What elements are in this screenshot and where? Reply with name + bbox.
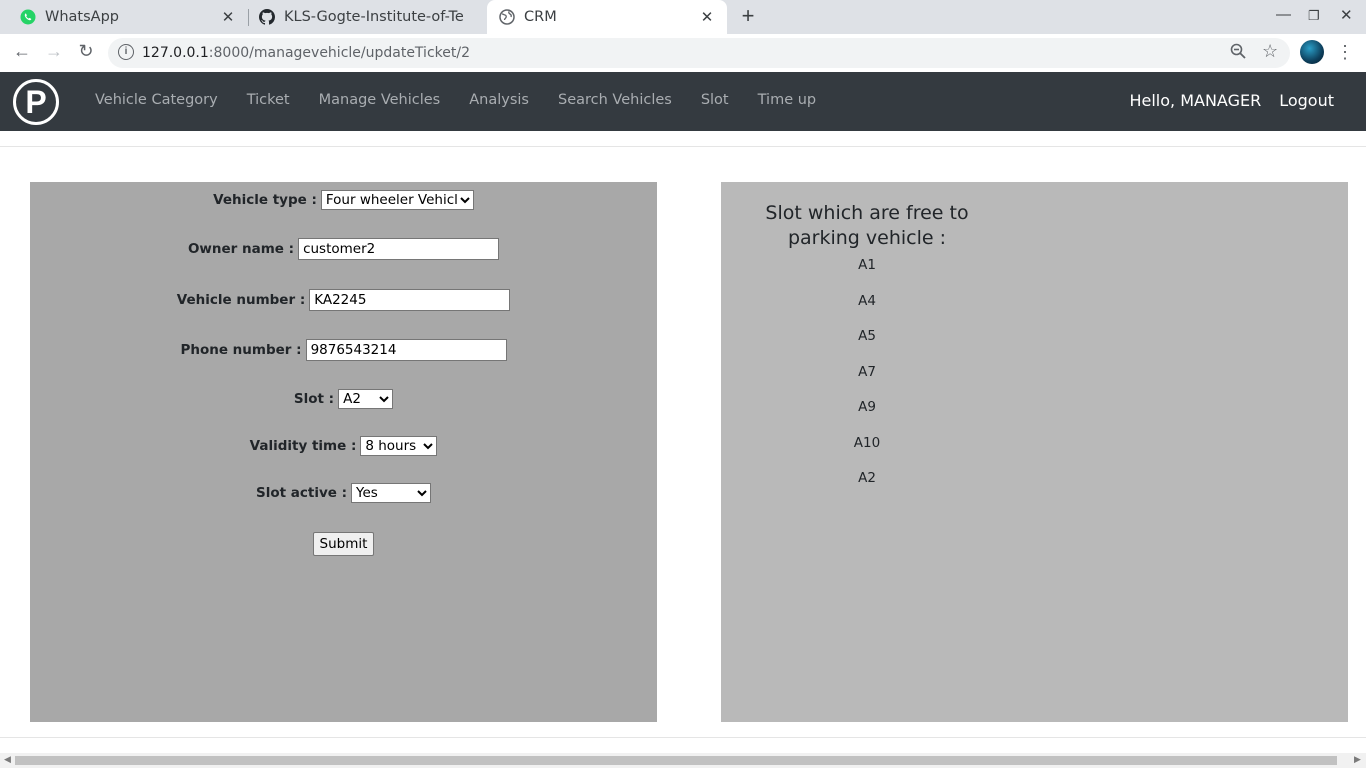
free-slots-heading: Slot which are free to parking vehicle : <box>765 202 969 249</box>
owner-name-row: Owner name : <box>30 238 657 260</box>
reload-icon[interactable]: ↻ <box>74 41 98 62</box>
submit-button[interactable]: Submit <box>312 532 375 556</box>
vehicle-type-select[interactable]: Four wheeler Vehicle <box>320 190 474 210</box>
vehicle-type-label: Vehicle type : <box>213 192 317 208</box>
submit-row: Submit <box>30 532 657 556</box>
bookmark-star-icon[interactable]: ☆ <box>1262 41 1278 62</box>
owner-name-input[interactable] <box>298 238 500 260</box>
update-ticket-form: Vehicle type : Four wheeler Vehicle Owne… <box>30 182 657 722</box>
user-greeting[interactable]: Hello, MANAGER <box>1129 91 1261 110</box>
profile-avatar[interactable] <box>1300 40 1324 64</box>
nav-manage-vehicles[interactable]: Manage Vehicles <box>319 92 441 108</box>
close-icon[interactable]: ✕ <box>218 8 238 26</box>
horizontal-scrollbar[interactable]: ◀ ▶ <box>0 753 1366 768</box>
divider <box>0 146 1366 147</box>
nav-links: Vehicle Category Ticket Manage Vehicles … <box>95 92 845 108</box>
list-item: A7 <box>858 363 876 380</box>
globe-icon <box>499 9 515 25</box>
tab-title: CRM <box>524 9 557 25</box>
slot-select[interactable]: A2 <box>338 389 394 409</box>
validity-time-row: Validity time : 8 hours <box>30 436 657 456</box>
list-item: A1 <box>858 257 876 273</box>
validity-time-label: Validity time : <box>249 438 357 454</box>
tab-crm[interactable]: CRM ✕ <box>487 0 727 34</box>
nav-user-area: Hello, MANAGER Logout <box>1111 91 1334 110</box>
nav-vehicle-category[interactable]: Vehicle Category <box>95 92 218 108</box>
window-close-icon[interactable]: ✕ <box>1340 6 1353 24</box>
tab-title: WhatsApp <box>45 9 119 25</box>
list-item: A4 <box>858 292 876 309</box>
tab-github[interactable]: KLS-Gogte-Institute-of-Te <box>249 0 487 34</box>
scrollbar-thumb[interactable] <box>15 756 1337 765</box>
slot-active-row: Slot active : Yes <box>30 483 657 503</box>
scroll-left-icon[interactable]: ◀ <box>4 754 11 765</box>
address-bar[interactable]: i 127.0.0.1:8000/managevehicle/updateTic… <box>108 38 1290 68</box>
free-slots-panel: Slot which are free to parking vehicle :… <box>721 182 1348 722</box>
nav-slot[interactable]: Slot <box>701 92 729 108</box>
close-icon[interactable]: ✕ <box>697 8 717 26</box>
slot-active-select[interactable]: Yes <box>351 483 432 503</box>
tab-whatsapp[interactable]: WhatsApp ✕ <box>0 0 248 34</box>
list-item: A2 <box>858 470 876 486</box>
phone-number-row: Phone number : <box>30 339 657 361</box>
phone-number-label: Phone number : <box>180 342 302 358</box>
new-tab-button[interactable]: + <box>736 4 760 28</box>
list-item: A10 <box>853 434 881 451</box>
divider <box>0 737 1366 738</box>
vehicle-number-row: Vehicle number : <box>30 289 657 311</box>
slot-active-label: Slot active : <box>255 485 348 501</box>
nav-search-vehicles[interactable]: Search Vehicles <box>558 92 672 108</box>
url-host: 127.0.0.1 <box>142 45 209 61</box>
phone-number-input[interactable] <box>305 339 507 361</box>
menu-dots-icon[interactable]: ⋮ <box>1336 42 1354 63</box>
forward-arrow-icon[interactable]: → <box>42 41 66 62</box>
nav-ticket[interactable]: Ticket <box>247 92 290 108</box>
back-arrow-icon[interactable]: ← <box>10 41 34 62</box>
info-icon[interactable]: i <box>118 44 134 60</box>
whatsapp-icon <box>20 9 36 25</box>
slot-label: Slot : <box>293 391 335 407</box>
parking-logo[interactable]: P <box>13 79 59 125</box>
zoom-icon[interactable] <box>1230 43 1248 61</box>
free-slots-list: A1 A4 A5 A7 A9 A10 A2 <box>817 257 917 506</box>
owner-name-label: Owner name : <box>187 241 295 257</box>
vehicle-number-label: Vehicle number : <box>176 292 306 308</box>
url-path: :8000/managevehicle/updateTicket/2 <box>208 45 470 61</box>
github-icon <box>259 9 276 25</box>
list-item: A9 <box>858 399 876 415</box>
browser-toolbar: ← → ↻ i 127.0.0.1:8000/managevehicle/upd… <box>0 34 1366 72</box>
browser-tab-strip: WhatsApp ✕ KLS-Gogte-Institute-of-Te CRM… <box>0 0 1366 34</box>
vehicle-number-input[interactable] <box>309 289 511 311</box>
url-text: 127.0.0.1:8000/managevehicle/updateTicke… <box>142 45 470 61</box>
minimize-icon[interactable]: — <box>1276 6 1291 23</box>
app-navbar: P Vehicle Category Ticket Manage Vehicle… <box>0 72 1366 131</box>
restore-icon[interactable]: ❐ <box>1308 8 1320 24</box>
validity-time-select[interactable]: 8 hours <box>360 436 438 456</box>
vehicle-type-row: Vehicle type : Four wheeler Vehicle <box>30 190 657 210</box>
tab-title: KLS-Gogte-Institute-of-Te <box>284 9 464 25</box>
nav-analysis[interactable]: Analysis <box>469 92 529 108</box>
nav-time-up[interactable]: Time up <box>758 92 817 108</box>
logout-link[interactable]: Logout <box>1279 91 1334 110</box>
slot-row: Slot : A2 <box>30 389 657 409</box>
scroll-right-icon[interactable]: ▶ <box>1354 754 1361 765</box>
list-item: A5 <box>858 328 876 344</box>
